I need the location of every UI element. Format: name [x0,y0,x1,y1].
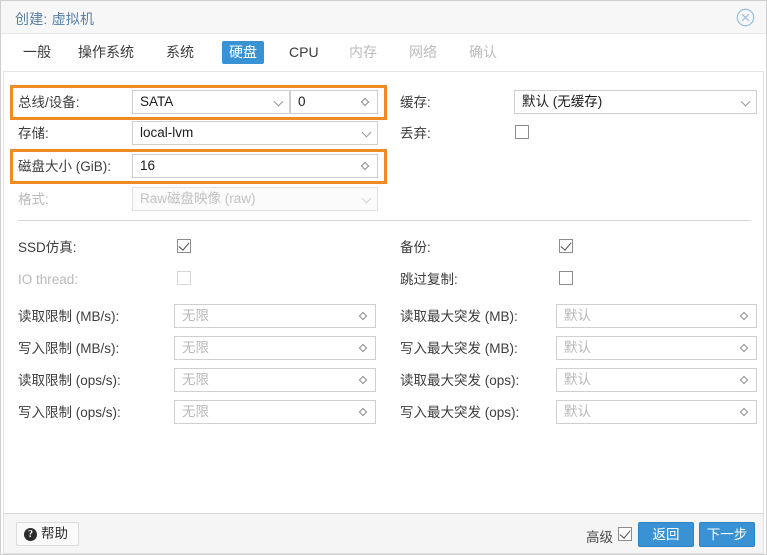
wizard-tabs: 一般 操作系统 系统 硬盘 CPU 内存 网络 确认 [1,34,766,71]
read-burst-mb-value: 默认 [564,308,591,323]
write-burst-mb-input[interactable]: 默认 [556,336,757,360]
write-limit-mb-input[interactable]: 无限 [174,336,376,360]
io-thread-checkbox [177,271,191,285]
format-select: Raw磁盘映像 (raw) [132,187,378,211]
ssd-emulation-label: SSD仿真: [18,240,77,255]
read-limit-ops-value: 无限 [182,372,209,387]
write-limit-ops-value: 无限 [182,404,209,419]
storage-label: 存储: [18,126,49,141]
cache-label: 缓存: [400,95,431,110]
read-burst-ops-value: 默认 [564,372,591,387]
chevron-down-icon [362,197,370,202]
dialog-titlebar: 创建: 虚拟机 [1,1,766,34]
bus-device-label: 总线/设备: [18,95,80,110]
tab-disks[interactable]: 硬盘 [222,41,264,64]
write-limit-ops-input[interactable]: 无限 [174,400,376,424]
tab-confirm: 确认 [469,44,497,60]
backup-label: 备份: [400,240,431,255]
tab-os[interactable]: 操作系统 [71,41,141,64]
format-select-value: Raw磁盘映像 (raw) [140,191,256,206]
spinner-icon[interactable] [358,405,369,419]
write-limit-mb-value: 无限 [182,340,209,355]
read-limit-ops-input[interactable]: 无限 [174,368,376,392]
back-button[interactable]: 返回 [638,522,694,547]
read-burst-mb-input[interactable]: 默认 [556,304,757,328]
dialog-title: 创建: 虚拟机 [15,11,95,27]
format-label: 格式: [18,192,49,207]
tab-general[interactable]: 一般 [16,41,58,64]
io-thread-label: IO thread: [18,272,79,287]
chevron-down-icon [274,100,282,105]
bus-select-value: SATA [140,94,174,109]
write-limit-mb-label: 写入限制 (MB/s): [18,341,120,356]
read-burst-ops-label: 读取最大突发 (ops): [400,373,520,388]
disk-size-label: 磁盘大小 (GiB): [18,159,111,174]
read-limit-mb-input[interactable]: 无限 [174,304,376,328]
advanced-checkbox[interactable] [618,527,632,541]
spinner-icon[interactable] [358,309,369,323]
create-vm-dialog: 创建: 虚拟机 一般 操作系统 系统 硬盘 CPU 内存 网络 确认 总线/设备… [0,0,767,555]
help-button[interactable]: ? 帮助 [16,522,79,546]
tab-system[interactable]: 系统 [159,41,201,64]
device-number-input[interactable]: 0 [290,90,378,114]
discard-label: 丢弃: [400,126,431,141]
tab-network: 网络 [409,44,437,60]
device-number-value: 0 [298,94,306,109]
section-divider [18,220,751,221]
write-burst-ops-label: 写入最大突发 (ops): [400,405,520,420]
write-burst-mb-value: 默认 [564,340,591,355]
write-burst-mb-label: 写入最大突发 (MB): [400,341,518,356]
write-limit-ops-label: 写入限制 (ops/s): [18,405,121,420]
read-burst-ops-input[interactable]: 默认 [556,368,757,392]
write-burst-ops-input[interactable]: 默认 [556,400,757,424]
skip-replication-checkbox[interactable] [559,271,573,285]
dialog-footer: ? 帮助 高级 返回 下一步 [3,513,764,554]
spinner-icon[interactable] [360,159,371,173]
spinner-icon[interactable] [739,373,750,387]
spinner-icon[interactable] [739,341,750,355]
question-mark-icon: ? [24,528,37,541]
chevron-down-icon [362,131,370,136]
read-limit-mb-label: 读取限制 (MB/s): [18,309,120,324]
discard-checkbox[interactable] [515,125,529,139]
next-button[interactable]: 下一步 [699,522,755,547]
tab-cpu[interactable]: CPU [282,41,326,64]
spinner-icon[interactable] [739,309,750,323]
close-icon[interactable] [735,7,756,28]
cache-select-value: 默认 (无缓存) [522,94,603,109]
help-button-label: 帮助 [41,526,68,541]
tab-memory: 内存 [349,44,377,60]
disk-settings-panel: 总线/设备: SATA 0 缓存: 默认 (无缓存) 存储: local-lvm… [3,71,764,513]
write-burst-ops-value: 默认 [564,404,591,419]
skip-replication-label: 跳过复制: [400,272,458,287]
cache-select[interactable]: 默认 (无缓存) [514,90,757,114]
spinner-icon[interactable] [358,341,369,355]
storage-select[interactable]: local-lvm [132,121,378,145]
read-limit-ops-label: 读取限制 (ops/s): [18,373,121,388]
disk-size-value: 16 [140,158,156,173]
disk-size-input[interactable]: 16 [132,154,378,178]
spinner-icon[interactable] [739,405,750,419]
storage-select-value: local-lvm [140,125,194,140]
chevron-down-icon [741,100,749,105]
bus-select[interactable]: SATA [132,90,290,114]
ssd-emulation-checkbox[interactable] [177,239,191,253]
spinner-icon[interactable] [358,373,369,387]
backup-checkbox[interactable] [559,239,573,253]
read-burst-mb-label: 读取最大突发 (MB): [400,309,518,324]
read-limit-mb-value: 无限 [182,308,209,323]
advanced-label: 高级 [586,530,613,545]
spinner-icon[interactable] [360,95,371,109]
